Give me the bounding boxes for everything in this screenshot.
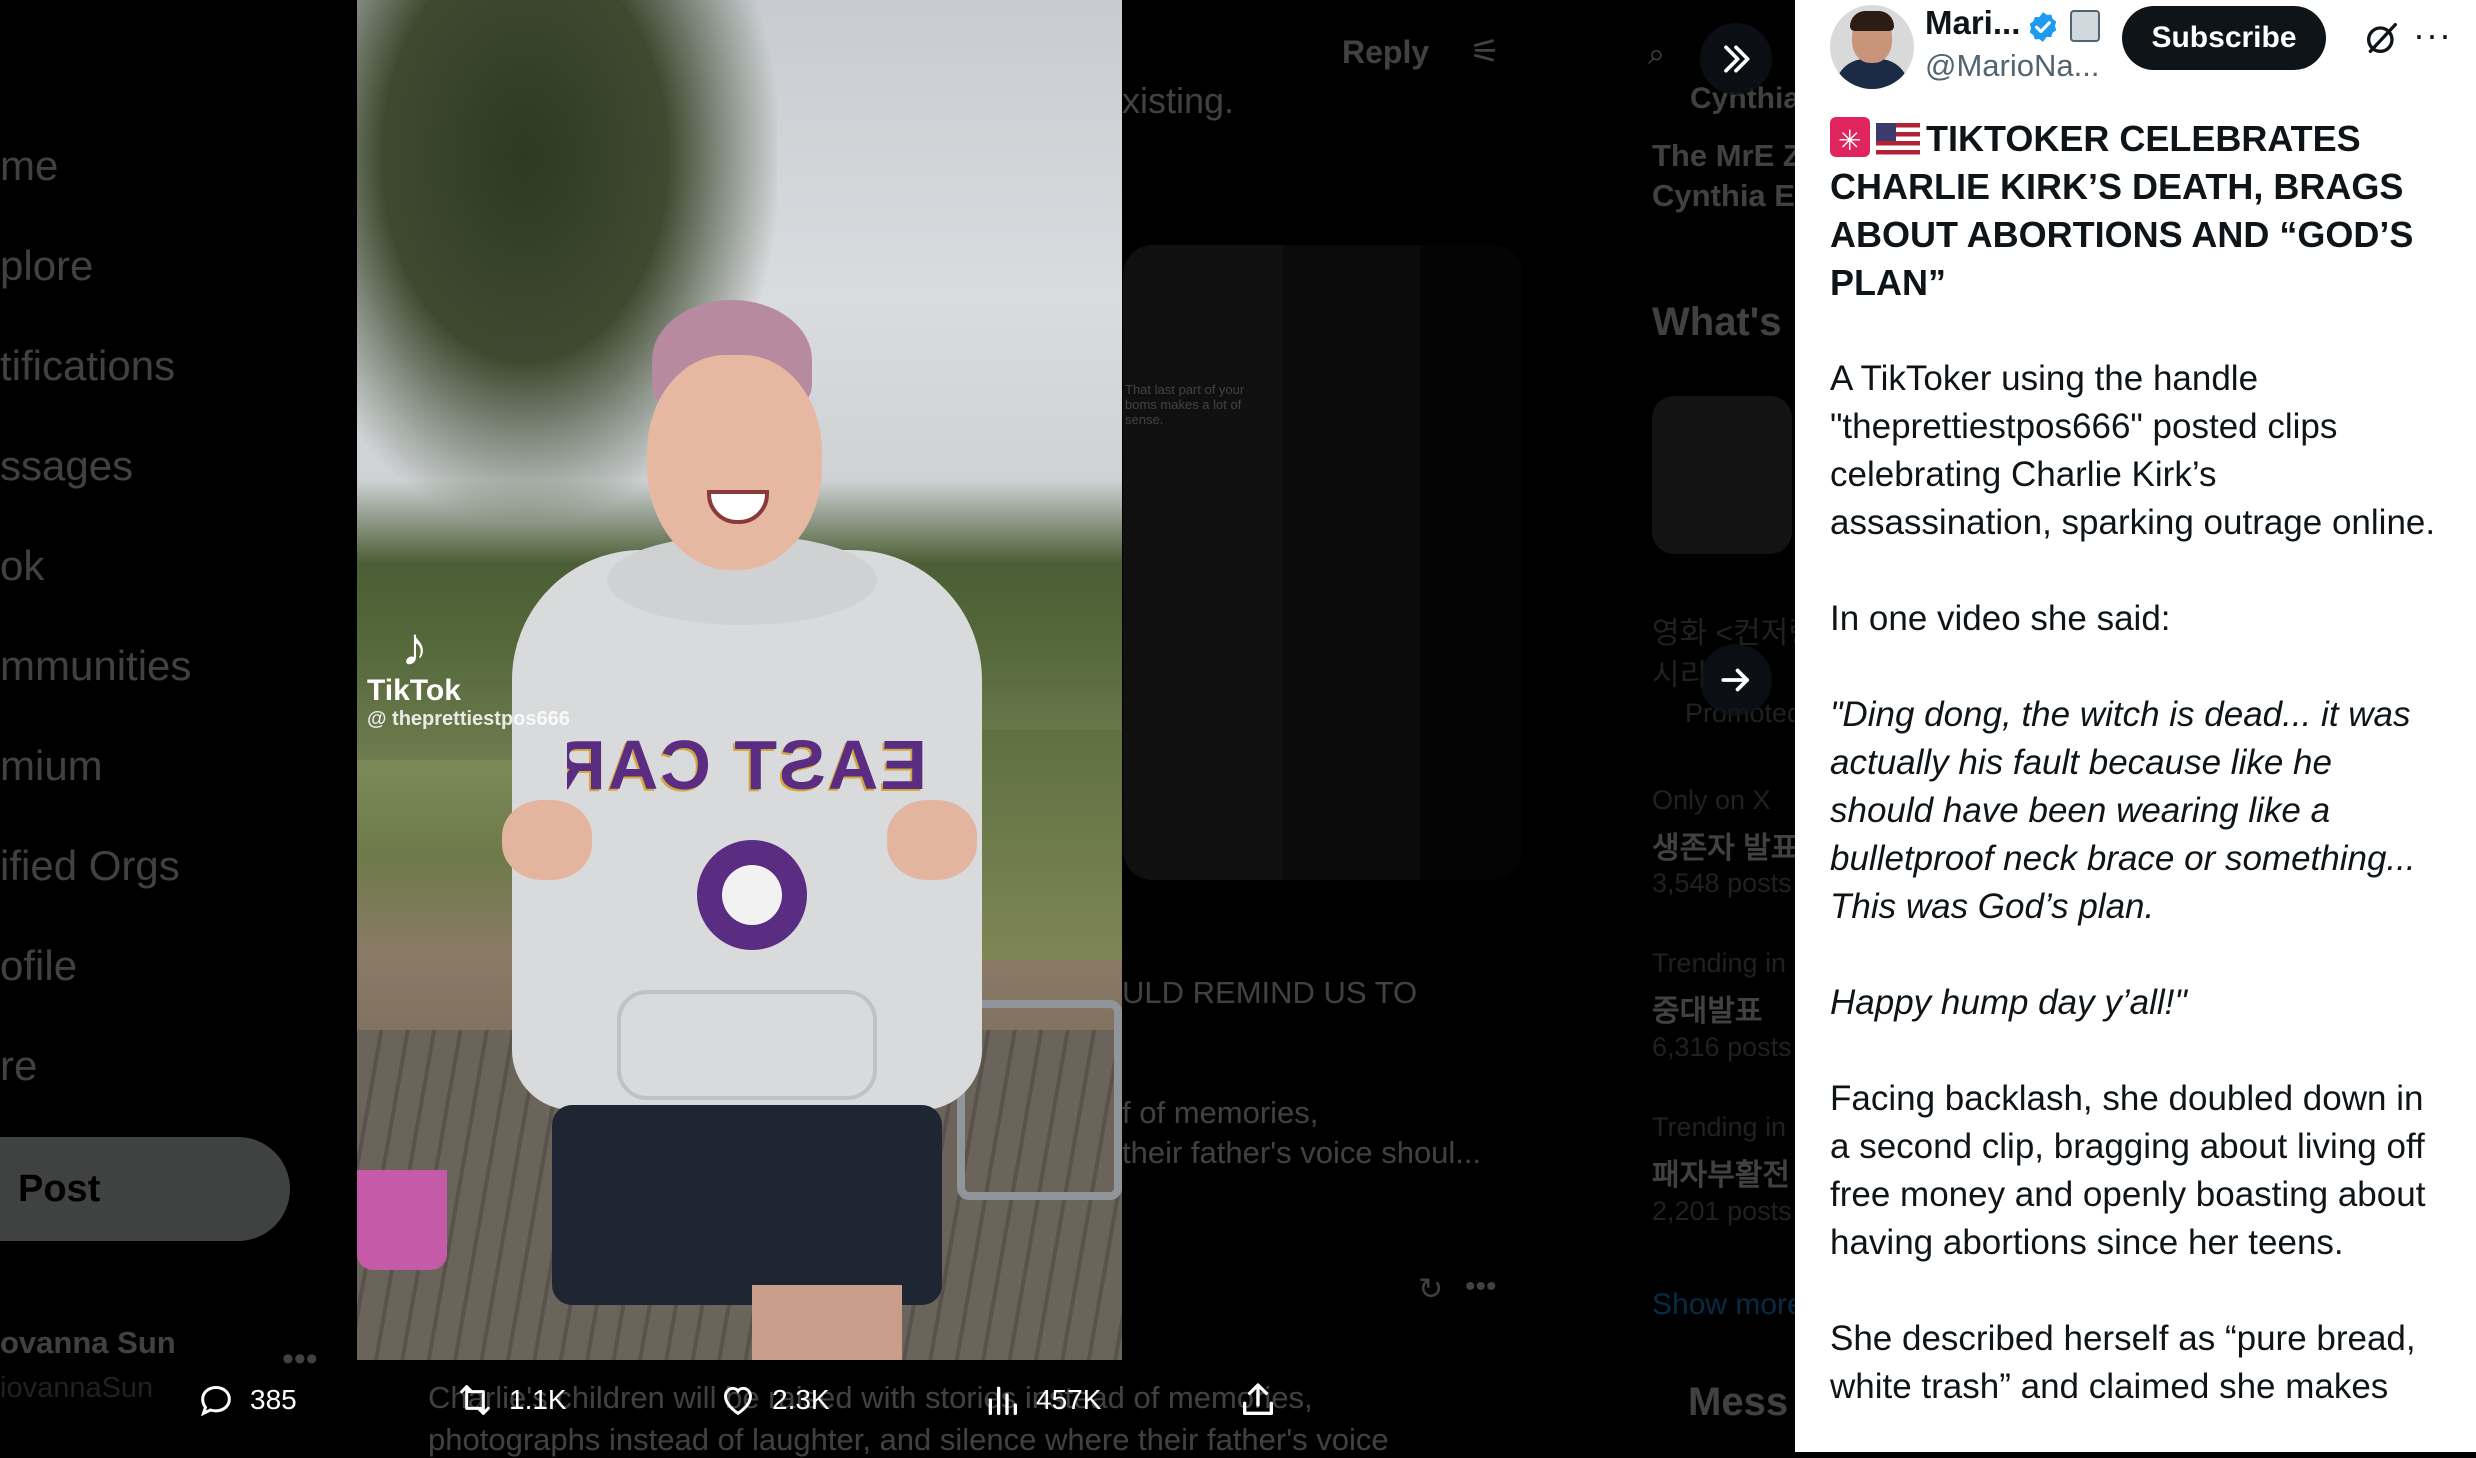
sidebar-heading: What's	[1652, 300, 1782, 344]
nav-item-grok[interactable]: ok	[0, 542, 44, 590]
account-more-icon[interactable]: •••	[282, 1340, 318, 1379]
post-paragraph: A TikToker using the handle "thepretties…	[1830, 359, 2436, 542]
sidebar-text: 생존자 발표	[1652, 832, 1799, 865]
reply-button[interactable]: Reply	[1342, 34, 1429, 71]
author-handle[interactable]: @MarioNa...	[1925, 48, 2099, 84]
post-headline: TIKTOKER CELEBRATES CHARLIE KIRK’S DEATH…	[1830, 115, 2440, 307]
timeline-snippet: f of memories,	[1122, 1095, 1319, 1130]
sidebar-text: 패자부활전	[1652, 1159, 1790, 1192]
tiktok-watermark: ♪ TikTok @ theprettiestpos666	[367, 620, 570, 731]
verified-badge-icon	[2029, 12, 2057, 42]
sidebar-text: Trending in	[1652, 948, 1787, 978]
analytics-icon	[988, 1386, 1017, 1415]
sidebar-text: 3,548 posts	[1652, 868, 1792, 898]
face	[647, 355, 822, 570]
nav-item-verified-orgs[interactable]: ified Orgs	[0, 842, 180, 890]
nav-item-more[interactable]: re	[0, 1042, 37, 1090]
collapse-panel-button[interactable]	[1700, 23, 1772, 95]
post-paragraph: She described herself as “pure bread, wh…	[1830, 1319, 2416, 1406]
nav-item-profile[interactable]: ofile	[0, 942, 77, 990]
person: EAST CAROLINA	[502, 300, 982, 1360]
chevrons-right-icon	[1724, 45, 1750, 73]
share-icon	[1243, 1383, 1273, 1415]
post-quote: "Ding dong, the witch is dead... it was …	[1830, 695, 2416, 926]
tiktok-logo-icon: ♪	[401, 617, 428, 677]
arrow-right-icon	[1721, 668, 1749, 692]
reply-icon	[200, 1385, 231, 1417]
subscribe-button[interactable]: Subscribe	[2122, 6, 2326, 70]
account-name: ovanna Sun	[0, 1325, 176, 1360]
media-video[interactable]: EAST CAROLINA ♪ TikTok @ theprettiestpos…	[357, 0, 1122, 1360]
show-more-link[interactable]: Show more	[1652, 1288, 1804, 1322]
left-hand	[502, 800, 592, 880]
reply-count: 385	[250, 1384, 297, 1415]
timeline-snippet: ULD REMIND US TO	[1122, 975, 1418, 1010]
nav-item-notifications[interactable]: tifications	[0, 342, 175, 390]
sliders-icon[interactable]: ⚟	[1470, 32, 1500, 72]
hoodie-pocket	[617, 990, 877, 1100]
right-hand	[887, 800, 977, 880]
sidebar-text: 6,316 posts	[1652, 1032, 1792, 1062]
post-quote: Happy hump day y’all!"	[1830, 983, 2187, 1022]
embedded-media-image	[1123, 245, 1283, 880]
us-flag-emoji-icon	[1876, 123, 1920, 155]
sidebar-text: 2,201 posts	[1652, 1196, 1792, 1226]
repost-action[interactable]: 1.1K	[455, 1380, 567, 1420]
post-detail-panel: Mari... @MarioNa... Subscribe ··· TIKTOK…	[1795, 0, 2476, 1452]
repost-icon	[460, 1385, 490, 1415]
like-count: 2.3K	[772, 1384, 830, 1415]
post-text: TIKTOKER CELEBRATES CHARLIE KIRK’S DEATH…	[1830, 115, 2440, 1452]
basket	[357, 1170, 447, 1270]
sidebar-text: Only on X	[1652, 785, 1771, 815]
next-media-button[interactable]	[1700, 644, 1772, 716]
views-action[interactable]: 457K	[982, 1380, 1101, 1420]
nav-item-communities[interactable]: mmunities	[0, 642, 191, 690]
nav-item-premium[interactable]: mium	[0, 742, 103, 790]
share-action[interactable]	[1238, 1380, 1278, 1420]
siren-emoji-icon	[1830, 117, 1870, 165]
refresh-icon[interactable]: ↻	[1418, 1272, 1443, 1307]
avatar[interactable]	[1830, 5, 1914, 89]
hoodie-lettering: EAST CAROLINA	[567, 726, 927, 804]
heart-icon	[723, 1386, 753, 1416]
nav-item-messages[interactable]: ssages	[0, 442, 133, 490]
more-options-icon[interactable]: ···	[2413, 14, 2452, 56]
left-nav: me plore tifications ssages ok mmunities…	[0, 0, 360, 1452]
embedded-media-side	[1420, 245, 1522, 880]
shorts	[552, 1105, 942, 1305]
more-icon[interactable]: •••	[1465, 1270, 1497, 1304]
timeline-snippet: xisting.	[1122, 80, 1235, 121]
tiktok-handle: @ theprettiestpos666	[367, 708, 570, 730]
search-icon[interactable]: ⌕	[1648, 38, 1665, 72]
sidebar-text: 중대발표	[1652, 995, 1763, 1028]
timeline-snippet: their father's voice shoul...	[1122, 1135, 1482, 1170]
card-overlay-text: That last part of your boms makes a lot …	[1125, 382, 1245, 427]
author-name[interactable]: Mari...	[1925, 4, 2020, 42]
affiliate-badge-icon	[2070, 10, 2100, 42]
post-button[interactable]: Post	[0, 1137, 290, 1241]
timeline-snippet: photographs instead of laughter, and sil…	[428, 1422, 1389, 1457]
grok-icon[interactable]	[2362, 18, 2402, 58]
skull-icon	[722, 865, 782, 925]
sidebar-text: Cynthia E	[1652, 178, 1795, 213]
tattooed-leg	[752, 1285, 902, 1360]
sidebar-text: 시리	[1652, 659, 1708, 692]
nav-item-explore[interactable]: plore	[0, 242, 93, 290]
repost-count: 1.1K	[509, 1384, 567, 1415]
account-handle: iovannaSun	[0, 1372, 154, 1404]
sidebar-text: The MrE Z	[1652, 138, 1802, 173]
view-count: 457K	[1036, 1384, 1102, 1415]
reply-action[interactable]: 385	[196, 1380, 297, 1420]
sidebar-text: Trending in	[1652, 1112, 1787, 1142]
nav-item-home[interactable]: me	[0, 142, 58, 190]
post-paragraph: Facing backlash, she doubled down in a s…	[1830, 1079, 2426, 1262]
like-action[interactable]: 2.3K	[718, 1380, 830, 1420]
post-paragraph: In one video she said:	[1830, 599, 2171, 638]
sidebar-thumbnail[interactable]	[1652, 396, 1792, 554]
messages-drawer-title[interactable]: Mess	[1688, 1380, 1788, 1425]
tiktok-wordmark: TikTok	[367, 674, 461, 707]
